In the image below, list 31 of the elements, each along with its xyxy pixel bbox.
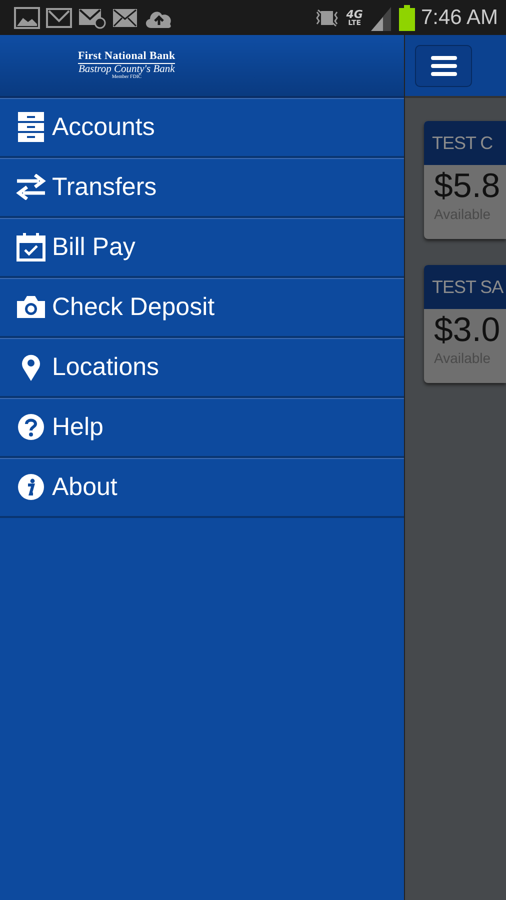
help-icon (17, 413, 45, 441)
clock: 7:46 AM (420, 6, 498, 30)
battery-icon (398, 4, 415, 30)
calendar-check-icon (16, 232, 46, 262)
camera-icon (16, 295, 46, 319)
vibrate-icon (314, 8, 340, 28)
mail-icon (112, 8, 138, 28)
menu-button[interactable] (415, 44, 472, 86)
transfer-arrows-icon (15, 174, 47, 200)
menu-icon (430, 54, 456, 76)
info-icon (17, 473, 45, 501)
email-icon (78, 6, 106, 28)
network-label: 4G (346, 8, 363, 20)
picture-icon (14, 6, 40, 28)
menu-item[interactable]: Accounts (0, 98, 404, 158)
account-balance: $5.8 (433, 167, 502, 206)
logo-name: First National Bank (78, 51, 176, 64)
menu-item[interactable]: Check Deposit (0, 278, 404, 338)
menu-item[interactable]: Help (0, 398, 404, 458)
menu-item[interactable]: Transfers (0, 158, 404, 218)
menu-item[interactable]: Bill Pay (0, 218, 404, 278)
mail-icon (46, 8, 72, 28)
account-balance: $3.0 (433, 311, 502, 350)
signal-icon (368, 4, 393, 30)
location-pin-icon (21, 353, 41, 381)
file-cabinet-icon (17, 111, 45, 143)
account-name: TEST SA (432, 276, 504, 298)
logo-tagline: Bastrop County's Bank (78, 64, 175, 75)
account-name: TEST C (432, 132, 493, 154)
menu-item[interactable]: Locations (0, 338, 404, 398)
menu-item[interactable]: About (0, 458, 404, 518)
